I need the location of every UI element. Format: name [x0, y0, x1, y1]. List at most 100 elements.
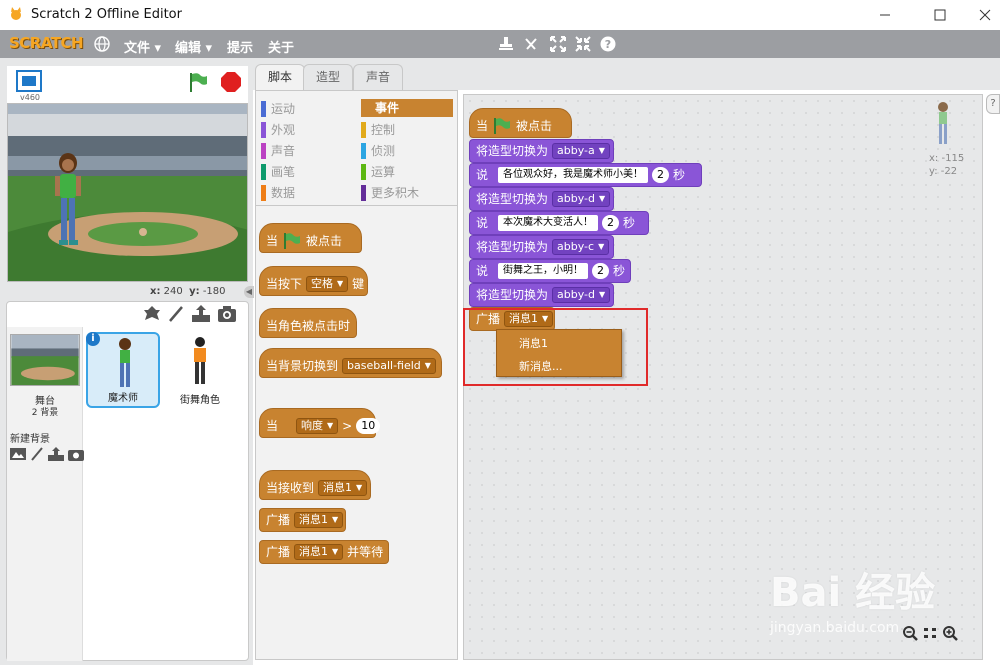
say-for-secs-block[interactable]: 说 街舞之王，小明！ 2 秒 — [469, 259, 631, 283]
say-for-secs-block[interactable]: 说 各位观众好，我是魔术师小美！ 2 秒 — [469, 163, 702, 187]
version-label: v460 — [20, 93, 41, 102]
when-i-receive-block[interactable]: 当接收到 消息1 ▼ — [259, 470, 371, 500]
new-backdrop-label: 新建背景 — [10, 434, 50, 445]
upload-backdrop-icon[interactable] — [48, 447, 64, 461]
mouse-coordinates: x: 240 y: -180 — [150, 286, 226, 297]
category-data[interactable]: 数据 — [261, 184, 295, 202]
language-globe-icon[interactable] — [94, 36, 110, 52]
choose-sprite-from-library-icon[interactable] — [143, 305, 161, 323]
backdrop-dropdown[interactable]: baseball-field ▼ — [342, 358, 436, 374]
tab-scripts[interactable]: 脚本 — [255, 64, 306, 90]
script-when-flag-clicked[interactable]: 当 被点击 — [469, 108, 572, 138]
sprite-info-icon[interactable]: i — [86, 332, 100, 346]
category-sensing[interactable]: 侦测 — [361, 142, 395, 160]
scratch-logo[interactable]: SCRATCH — [9, 34, 84, 52]
when-backdrop-switches-block[interactable]: 当背景切换到 baseball-field ▼ — [259, 348, 442, 378]
costume-dropdown[interactable]: abby-d ▼ — [552, 191, 611, 207]
category-operators[interactable]: 运算 — [361, 163, 395, 181]
stage-thumbnail[interactable] — [10, 334, 80, 386]
sprite-x-value: -115 — [941, 153, 965, 164]
switch-costume-block[interactable]: 将造型切换为 abby-d ▼ — [469, 283, 614, 307]
say-secs-input[interactable]: 2 — [602, 215, 620, 231]
magician-sprite[interactable] — [52, 152, 84, 250]
zoom-out-icon[interactable] — [902, 625, 918, 641]
broadcast-and-wait-block[interactable]: 广播 消息1 ▼ 并等待 — [259, 540, 389, 564]
paint-backdrop-icon[interactable] — [30, 447, 44, 461]
say-secs-input[interactable]: 2 — [652, 167, 670, 183]
camera-new-sprite-icon[interactable] — [217, 305, 237, 323]
sensor-threshold-input[interactable]: 10 — [356, 418, 381, 434]
title-bar: Scratch 2 Offline Editor — [0, 0, 1000, 30]
sprite-position-readout: x: -115 y: -22 — [929, 153, 965, 177]
say-text-input[interactable]: 街舞之王，小明！ — [498, 263, 589, 279]
delete-scissors-icon[interactable] — [523, 36, 539, 52]
zoom-reset-icon[interactable] — [922, 625, 938, 641]
shrink-icon[interactable] — [575, 36, 591, 52]
sensor-dropdown[interactable]: 响度 ▼ — [296, 418, 339, 434]
maximize-icon — [934, 9, 946, 21]
category-motion[interactable]: 运动 — [261, 100, 295, 118]
zoom-toolbar — [902, 625, 958, 641]
minimize-button[interactable] — [862, 0, 908, 30]
category-events[interactable]: 事件 — [361, 99, 453, 117]
collapse-stage-arrow[interactable]: ◀ — [244, 286, 254, 298]
category-looks[interactable]: 外观 — [261, 121, 295, 139]
category-sound[interactable]: 声音 — [261, 142, 295, 160]
camera-backdrop-icon[interactable] — [68, 447, 84, 461]
category-control[interactable]: 控制 — [361, 121, 395, 139]
baidu-watermark-url: jingyan.baidu.com — [770, 620, 900, 636]
menu-about[interactable]: 关于 — [268, 37, 294, 56]
close-button[interactable] — [962, 0, 1000, 30]
sprite-name: 街舞角色 — [180, 395, 220, 406]
help-icon[interactable]: ? — [600, 36, 616, 52]
upload-sprite-icon[interactable] — [191, 305, 211, 323]
green-flag-icon[interactable] — [187, 71, 209, 93]
fullscreen-icon[interactable] — [16, 70, 42, 92]
magician-thumbnail — [119, 338, 131, 387]
when-sensor-greater-block[interactable]: 当 响度 ▼ > 10 — [259, 408, 381, 438]
costume-dropdown[interactable]: abby-c ▼ — [552, 239, 610, 255]
stage-canvas[interactable] — [7, 103, 248, 282]
menu-tips[interactable]: 提示 — [227, 37, 253, 56]
tab-costumes[interactable]: 造型 — [303, 64, 354, 90]
maximize-button[interactable] — [917, 0, 963, 30]
sprite-thumb-dancer[interactable]: 街舞角色 — [163, 332, 237, 408]
menu-file[interactable]: 文件 ▾ — [124, 37, 161, 56]
category-pen[interactable]: 画笔 — [261, 163, 295, 181]
when-flag-clicked-block[interactable]: 当 被点击 — [259, 223, 362, 253]
paint-new-sprite-icon[interactable] — [167, 305, 185, 323]
zoom-in-icon[interactable] — [942, 625, 958, 641]
costume-dropdown[interactable]: abby-d ▼ — [552, 287, 611, 303]
duplicate-stamp-icon[interactable] — [498, 36, 514, 52]
help-tab[interactable]: ? — [986, 94, 1000, 114]
category-more-blocks[interactable]: 更多积木 — [361, 184, 419, 202]
broadcast-block[interactable]: 广播 消息1 ▼ — [259, 508, 346, 532]
key-dropdown[interactable]: 空格 ▼ — [306, 276, 349, 292]
switch-costume-block[interactable]: 将造型切换为 abby-a ▼ — [469, 139, 614, 163]
menu-edit[interactable]: 编辑 ▾ — [175, 37, 212, 56]
stop-icon[interactable] — [220, 71, 242, 93]
minimize-icon — [880, 14, 890, 16]
say-text-input[interactable]: 各位观众好，我是魔术师小美！ — [498, 167, 649, 183]
mouse-x-value: 240 — [163, 286, 183, 297]
sprite-thumb-magician[interactable]: i 魔术师 — [86, 332, 160, 408]
when-key-pressed-block[interactable]: 当按下 空格 ▼ 键 — [259, 266, 368, 296]
mouse-y-value: -180 — [202, 286, 226, 297]
broadcast-message-dropdown[interactable]: 消息1 ▼ — [294, 512, 344, 528]
broadcast-wait-message-dropdown[interactable]: 消息1 ▼ — [294, 544, 344, 560]
sprite-name: 魔术师 — [108, 393, 138, 404]
say-text-input[interactable]: 本次魔术大变活人！ — [498, 215, 599, 231]
switch-costume-block[interactable]: 将造型切换为 abby-c ▼ — [469, 235, 614, 259]
green-flag-icon — [494, 118, 511, 134]
close-icon — [979, 9, 991, 21]
tab-sounds[interactable]: 声音 — [353, 64, 404, 90]
when-sprite-clicked-block[interactable]: 当角色被点击时 — [259, 308, 357, 338]
switch-costume-block[interactable]: 将造型切换为 abby-d ▼ — [469, 187, 614, 211]
green-flag-icon — [284, 233, 301, 249]
grow-icon[interactable] — [550, 36, 566, 52]
say-secs-input[interactable]: 2 — [592, 263, 610, 279]
receive-message-dropdown[interactable]: 消息1 ▼ — [318, 480, 368, 496]
backdrop-library-icon[interactable] — [10, 447, 26, 461]
costume-dropdown[interactable]: abby-a ▼ — [552, 143, 610, 159]
say-for-secs-block[interactable]: 说 本次魔术大变活人！ 2 秒 — [469, 211, 649, 235]
